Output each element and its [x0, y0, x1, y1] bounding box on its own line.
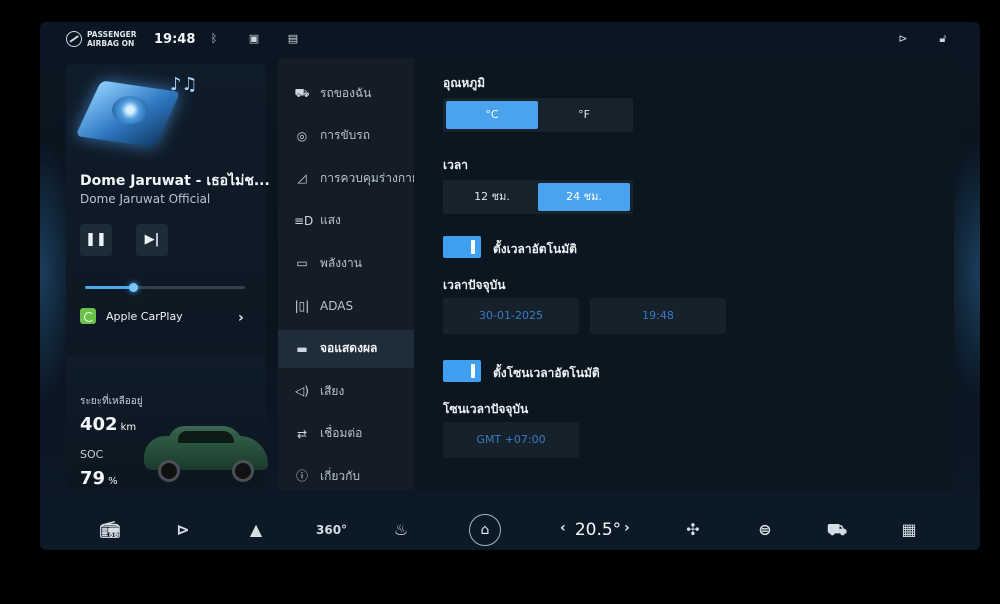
playback-progress[interactable]: [85, 283, 245, 292]
nav-item-label: จอแสดงผล: [320, 341, 378, 356]
time-format-label: เวลา: [443, 158, 468, 172]
range-unit: km: [120, 422, 137, 433]
nav-item-5[interactable]: |▯| ADAS: [278, 287, 414, 325]
time-field[interactable]: 19:48: [590, 298, 726, 334]
infotainment-screen: PASSENGER AIRBAG ON 19:48 ᛒ ▣ ▤ ⊳ 🔓︎ ♪♫ …: [40, 22, 980, 550]
nav-item-label: เชื่อมต่อ: [320, 426, 363, 441]
temperature-label: อุณหภูมิ: [443, 76, 486, 90]
car-image: [144, 422, 268, 482]
nav-item-3[interactable]: ≡D แสง: [278, 202, 414, 240]
camera-360-icon[interactable]: 360°: [316, 518, 347, 542]
nav-item-7[interactable]: ◁) เสียง: [278, 372, 414, 410]
nav-item-9[interactable]: ⓘ เกี่ยวกับ: [278, 457, 414, 495]
chevron-right-icon[interactable]: ›: [238, 310, 244, 326]
temperature-unit: °: [612, 520, 622, 540]
lane-assist-icon: |▯|: [294, 299, 310, 313]
bluetooth-icon: ᛒ: [210, 32, 218, 45]
carplay-label: Apple CarPlay: [106, 309, 183, 323]
celsius-option[interactable]: °C: [446, 101, 538, 129]
range-label: ระยะที่เหลืออยู่: [80, 396, 143, 407]
current-timezone-label: โซนเวลาปัจจุบัน: [443, 402, 529, 416]
pause-button[interactable]: ❚❚: [80, 224, 112, 256]
airbag-icon: [66, 31, 82, 47]
status-bar: PASSENGER AIRBAG ON 19:48 ᛒ ▣ ▤ ⊳ 🔓︎: [40, 22, 980, 58]
bottom-dock: 📻︎ ⊳ ▲ 360° ♨ ⌂ ‹ 20.5° › ✣ ⊜ ⛟ ▦: [40, 510, 980, 550]
12-hour-option[interactable]: 12 ชม.: [446, 183, 538, 211]
car-front-icon[interactable]: ⛟: [825, 518, 849, 542]
soc-number: 79: [80, 468, 106, 489]
nav-item-6[interactable]: ▬ จอแสดงผล: [278, 329, 414, 368]
fahrenheit-option[interactable]: °F: [538, 101, 630, 129]
info-icon: ⓘ: [295, 469, 308, 484]
nav-item-label: พลังงาน: [320, 255, 362, 270]
fan-icon[interactable]: ✣: [681, 518, 705, 542]
play-circle-icon[interactable]: ⊳: [897, 33, 909, 45]
connection-icon: ⇄: [296, 426, 308, 441]
time-format-selector: 12 ชม. 24 ชม.: [443, 180, 633, 214]
nav-item-1[interactable]: ◎ การขับรถ: [278, 117, 414, 155]
home-button[interactable]: ⌂: [469, 514, 501, 546]
song-artist: Dome Jaruwat Official: [80, 192, 211, 206]
nav-item-label: รถของฉัน: [320, 85, 372, 100]
carplay-icon: [80, 308, 96, 324]
car-icon[interactable]: ▣: [248, 33, 260, 45]
nav-item-label: ADAS: [320, 299, 354, 313]
date-field[interactable]: 30-01-2025: [443, 298, 579, 334]
airbag-line2: AIRBAG ON: [87, 39, 135, 48]
music-notes-icon: ♪♫: [170, 74, 198, 95]
auto-time-label: ตั้งเวลาอัตโนมัติ: [493, 242, 577, 256]
radio-icon[interactable]: 📻︎: [98, 518, 122, 542]
carplay-source[interactable]: Apple CarPlay: [80, 308, 183, 324]
temperature-value: 20.5: [574, 520, 613, 540]
auto-timezone-label: ตั้งโซนเวลาอัตโนมัติ: [493, 366, 600, 380]
message-icon[interactable]: ▤: [287, 33, 299, 45]
song-title: Dome Jaruwat - เธอไม่ช...: [80, 173, 270, 189]
nav-item-8[interactable]: ⇄ เชื่อมต่อ: [278, 415, 414, 453]
24-hour-option[interactable]: 24 ชม.: [538, 183, 630, 211]
nav-item-label: เกี่ยวกับ: [320, 468, 361, 483]
temperature-unit-selector: °C °F: [443, 98, 633, 132]
car-door-icon: ◿: [297, 171, 307, 186]
nav-item-2[interactable]: ◿ การควบคุมร่างกาย: [278, 159, 418, 197]
range-number: 402: [80, 414, 118, 435]
nav-item-label: การควบคุมร่างกาย: [320, 170, 419, 185]
apps-grid-icon[interactable]: ▦: [897, 518, 921, 542]
airbag-text: PASSENGER AIRBAG ON: [87, 30, 137, 48]
next-track-button[interactable]: ▶|: [136, 224, 168, 256]
speaker-icon: ◁): [295, 384, 309, 399]
car-icon: ⛟: [294, 86, 310, 100]
nav-item-label: แสง: [320, 213, 341, 228]
album-art: ♪♫: [75, 74, 198, 148]
nav-item-0[interactable]: ⛟ รถของฉัน: [278, 74, 414, 112]
progress-knob[interactable]: [129, 283, 138, 292]
navigation-icon[interactable]: ▲: [244, 518, 268, 542]
airbag-status: PASSENGER AIRBAG ON: [66, 30, 137, 48]
nav-item-label: การขับรถ: [320, 128, 370, 143]
status-clock: 19:48: [154, 32, 196, 47]
auto-time-toggle[interactable]: [443, 236, 481, 258]
timezone-field[interactable]: GMT +07:00: [443, 422, 579, 458]
headlight-icon: ≡D: [294, 213, 314, 228]
display-icon: ▬: [296, 341, 308, 356]
settings-content: อุณหภูมิ °C °F เวลา 12 ชม. 24 ชม. ตั้งเว…: [414, 58, 954, 490]
soc-label: SOC: [80, 448, 104, 461]
settings-nav: ⛟ รถของฉัน ◎ การขับรถ ◿ การควบคุมร่างกาย ≡D แสง…: [278, 58, 419, 490]
range-value: 402 km: [80, 414, 136, 435]
auto-timezone-toggle[interactable]: [443, 360, 481, 382]
nav-item-4[interactable]: ▭ พลังงาน: [278, 244, 414, 282]
airbag-line1: PASSENGER: [87, 30, 137, 39]
steering-wheel-icon: ◎: [296, 128, 308, 143]
progress-fill: [85, 286, 133, 289]
media-play-icon[interactable]: ⊳: [171, 518, 195, 542]
nav-item-label: เสียง: [320, 383, 345, 398]
car-climate-icon[interactable]: ⊜: [753, 518, 777, 542]
current-time-label: เวลาปัจจุบัน: [443, 278, 506, 292]
defrost-icon[interactable]: ♨: [389, 518, 413, 542]
temp-increase-button[interactable]: ›: [624, 520, 630, 536]
lock-open-icon[interactable]: 🔓︎: [937, 33, 949, 45]
soc-value: 79%: [80, 468, 118, 489]
battery-icon: ▭: [296, 256, 308, 271]
soc-unit: %: [108, 476, 118, 487]
